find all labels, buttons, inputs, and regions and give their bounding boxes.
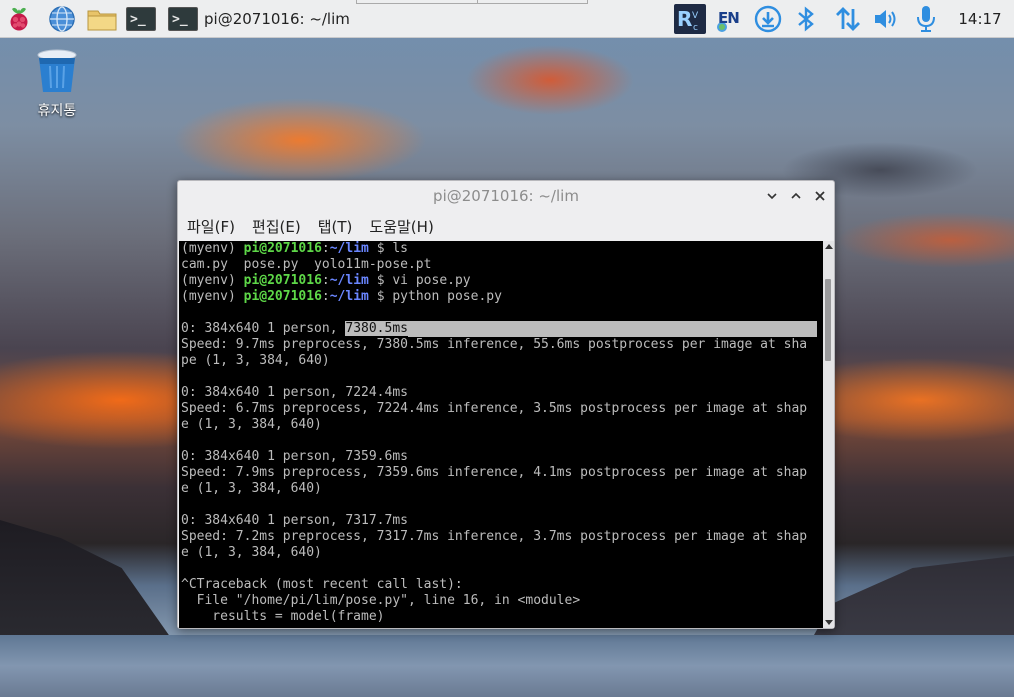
trash-label: 휴지통 [37, 103, 77, 119]
terminal-line: e (1, 3, 384, 640) [181, 417, 322, 432]
network-arrows-icon [836, 7, 860, 31]
folder-icon [87, 10, 117, 31]
terminal-line: Speed: 9.7ms preprocess, 7380.5ms infere… [181, 337, 808, 352]
scroll-up-arrow-icon[interactable] [825, 244, 833, 249]
terminal-line: ^CTraceback (most recent call last): [181, 577, 463, 592]
updater-tray[interactable] [752, 3, 784, 35]
menu-file[interactable]: 파일(F) [187, 216, 235, 237]
terminal-scrollbar[interactable] [823, 241, 834, 628]
panel-clock[interactable]: 14:17 [952, 3, 1008, 35]
download-icon [754, 5, 782, 33]
terminal-line: cam.py pose.py yolo11m-pose.pt [181, 257, 432, 272]
desktop-trash[interactable]: 휴지통 [26, 46, 88, 120]
terminal-output[interactable]: (myenv) pi@2071016:~/lim $ ls cam.py pos… [179, 241, 823, 628]
menu-help[interactable]: 도움말(H) [369, 216, 433, 237]
selected-text: 7380.5ms [345, 321, 408, 336]
terminal-line: 0: 384x640 1 person, 7359.6ms [181, 449, 408, 464]
window-title: pi@2071016: ~/lim [433, 187, 579, 205]
trash-can-icon [37, 49, 77, 92]
terminal-launcher[interactable]: >_ [124, 3, 158, 35]
microphone-icon [917, 6, 935, 32]
file-manager-launcher[interactable] [85, 3, 119, 35]
terminal-line: results = model(frame) [181, 609, 385, 624]
speaker-icon [875, 10, 896, 28]
svg-text:c: c [693, 23, 698, 33]
terminal-line: e (1, 3, 384, 640) [181, 545, 322, 560]
taskbar-window-label: pi@2071016: ~/lim [204, 10, 350, 28]
svg-text:V: V [692, 11, 699, 21]
raspberry-pi-menu-button[interactable] [4, 3, 34, 35]
web-browser-launcher[interactable] [46, 3, 78, 35]
terminal-line: Speed: 7.9ms preprocess, 7359.6ms infere… [181, 465, 808, 480]
vnc-server-tray[interactable]: R V c [672, 3, 708, 35]
input-method-label: EN [718, 9, 740, 27]
terminal-line: e (1, 3, 384, 640) [181, 481, 322, 496]
terminal-window: pi@2071016: ~/lim 파일(F) 편집(E) 탭(T) 도움말(H… [177, 180, 835, 629]
window-menubar: 파일(F) 편집(E) 탭(T) 도움말(H) [178, 212, 834, 240]
terminal-line: (myenv) pi@2071016:~/lim $ vi pose.py [181, 273, 471, 288]
taskbar-terminal-window[interactable]: >_ pi@2071016: ~/lim [168, 3, 356, 35]
terminal-line: 0: 384x640 1 person, 7224.4ms [181, 385, 408, 400]
terminal-line: Speed: 6.7ms preprocess, 7224.4ms infere… [181, 401, 808, 416]
terminal-line: pe (1, 3, 384, 640) [181, 353, 330, 368]
top-panel: >_ >_ pi@2071016: ~/lim R V c EN 14:17 [0, 0, 1014, 38]
terminal-icon: >_ [126, 7, 156, 31]
chevron-up-icon [791, 192, 801, 199]
globe-icon [49, 6, 75, 32]
terminal-line: (myenv) pi@2071016:~/lim $ ls [181, 241, 409, 256]
terminal-line: (myenv) pi@2071016:~/lim $ python pose.p… [181, 289, 502, 304]
terminal-line: Speed: 7.2ms preprocess, 7317.7ms infere… [181, 529, 808, 544]
close-icon [815, 191, 825, 201]
scroll-down-arrow-icon[interactable] [825, 620, 833, 625]
vnc-icon: R V c [674, 4, 706, 34]
bluetooth-icon [798, 6, 814, 32]
volume-tray[interactable] [871, 3, 903, 35]
raspberry-pi-icon [10, 7, 28, 31]
terminal-line: 0: 384x640 1 person, 7380.5ms [181, 321, 823, 337]
panel-separator [477, 0, 588, 4]
maximize-button[interactable] [787, 187, 805, 205]
svg-text:R: R [677, 7, 692, 31]
network-tray[interactable] [832, 3, 864, 35]
close-button[interactable] [811, 187, 829, 205]
window-titlebar[interactable]: pi@2071016: ~/lim [178, 181, 834, 212]
chevron-down-icon [767, 193, 777, 200]
bluetooth-tray[interactable] [793, 3, 819, 35]
terminal-icon: >_ [168, 7, 198, 31]
microphone-tray[interactable] [912, 3, 940, 35]
menu-tabs[interactable]: 탭(T) [318, 216, 353, 237]
wallpaper-lake [0, 635, 1014, 697]
menu-edit[interactable]: 편집(E) [252, 216, 301, 237]
input-method-tray[interactable]: EN [712, 3, 748, 35]
minimize-button[interactable] [763, 187, 781, 205]
terminal-line: File "/home/pi/lim/pose.py", line 16, in… [181, 593, 581, 608]
terminal-line: 0: 384x640 1 person, 7317.7ms [181, 513, 408, 528]
scrollbar-thumb[interactable] [825, 279, 831, 361]
